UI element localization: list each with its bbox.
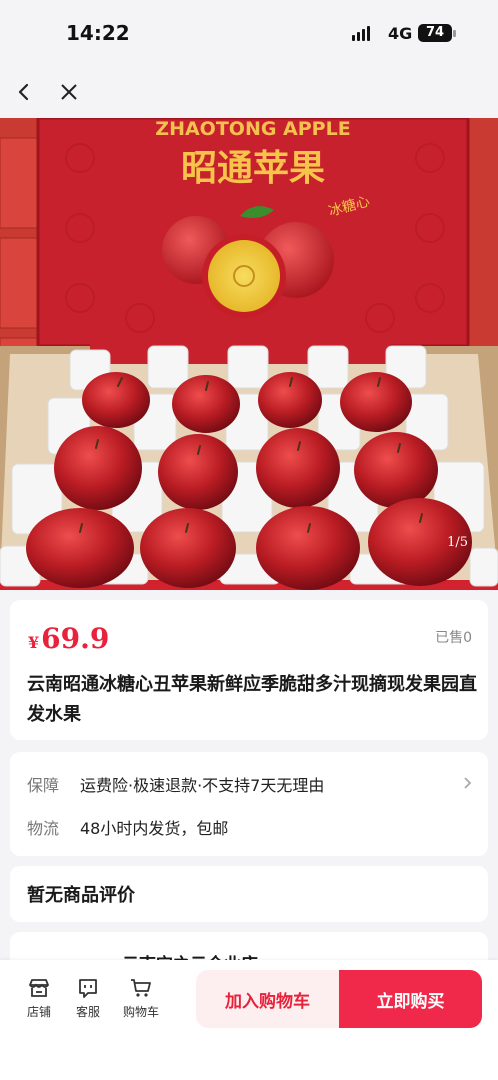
review-card[interactable]: 暂无商品评价 <box>10 866 488 922</box>
product-image-gallery[interactable]: ZHAOTONG APPLE 昭通苹果 冰糖心 1/5 <box>0 118 498 590</box>
guarantee-row[interactable]: 保障 运费险·极速退款·不支持7天无理由 <box>27 772 324 796</box>
bottom-action-bar: 店铺 客服 购物车 加入购物车 立即购买 <box>0 960 498 1080</box>
box-title-cn: 昭通苹果 <box>181 148 325 189</box>
cart-label: 购物车 <box>122 1005 159 1019</box>
customer-service-button[interactable]: 客服 <box>65 976 111 1020</box>
nav-bar <box>0 66 498 118</box>
battery-cap <box>453 30 456 37</box>
image-counter: 1/5 <box>447 535 468 550</box>
price-value: 69.9 <box>41 622 110 655</box>
status-bar: 14:22 4G 74 <box>0 0 498 66</box>
service-card[interactable]: 保障 运费险·极速退款·不支持7天无理由 物流 48小时内发货，包邮 <box>10 752 488 856</box>
add-to-cart-button[interactable]: 加入购物车 <box>196 970 339 1028</box>
store-icon <box>29 979 49 997</box>
sold-count: 已售0 <box>435 630 472 646</box>
customer-service-icon <box>79 979 97 998</box>
buy-now-button[interactable]: 立即购买 <box>339 970 482 1028</box>
store-button[interactable]: 店铺 <box>16 976 62 1020</box>
cart-icon <box>131 979 151 997</box>
product-title: 云南昭通冰糖心丑苹果新鲜应季脆甜多汁现摘现发果园直发水果 <box>27 674 477 725</box>
cart-button[interactable]: 购物车 <box>118 976 164 1020</box>
service-label: 客服 <box>75 1005 100 1019</box>
guarantee-value: 运费险·极速退款·不支持7天无理由 <box>80 776 325 795</box>
price-card: ¥ 69.9 已售0 云南昭通冰糖心丑苹果新鲜应季脆甜多汁现摘现发果园直发水果 <box>10 600 488 740</box>
battery-icon: 74 <box>418 24 452 42</box>
logistics-value: 48小时内发货，包邮 <box>80 819 229 838</box>
logistics-row: 物流 48小时内发货，包邮 <box>27 815 228 839</box>
close-icon[interactable] <box>53 76 85 108</box>
store-label: 店铺 <box>26 1005 51 1019</box>
review-empty-text: 暂无商品评价 <box>27 885 135 906</box>
guarantee-label: 保障 <box>27 776 60 795</box>
logistics-label: 物流 <box>27 819 60 838</box>
price: ¥ 69.9 <box>28 622 109 655</box>
network-type: 4G <box>388 24 413 43</box>
product-image: ZHAOTONG APPLE 昭通苹果 冰糖心 <box>0 118 498 590</box>
back-icon[interactable] <box>8 76 40 108</box>
box-title-en: ZHAOTONG APPLE <box>155 118 350 140</box>
status-time: 14:22 <box>66 21 130 45</box>
signal-icon <box>352 26 370 41</box>
currency-symbol: ¥ <box>28 633 40 652</box>
chevron-right-icon[interactable] <box>462 775 472 794</box>
